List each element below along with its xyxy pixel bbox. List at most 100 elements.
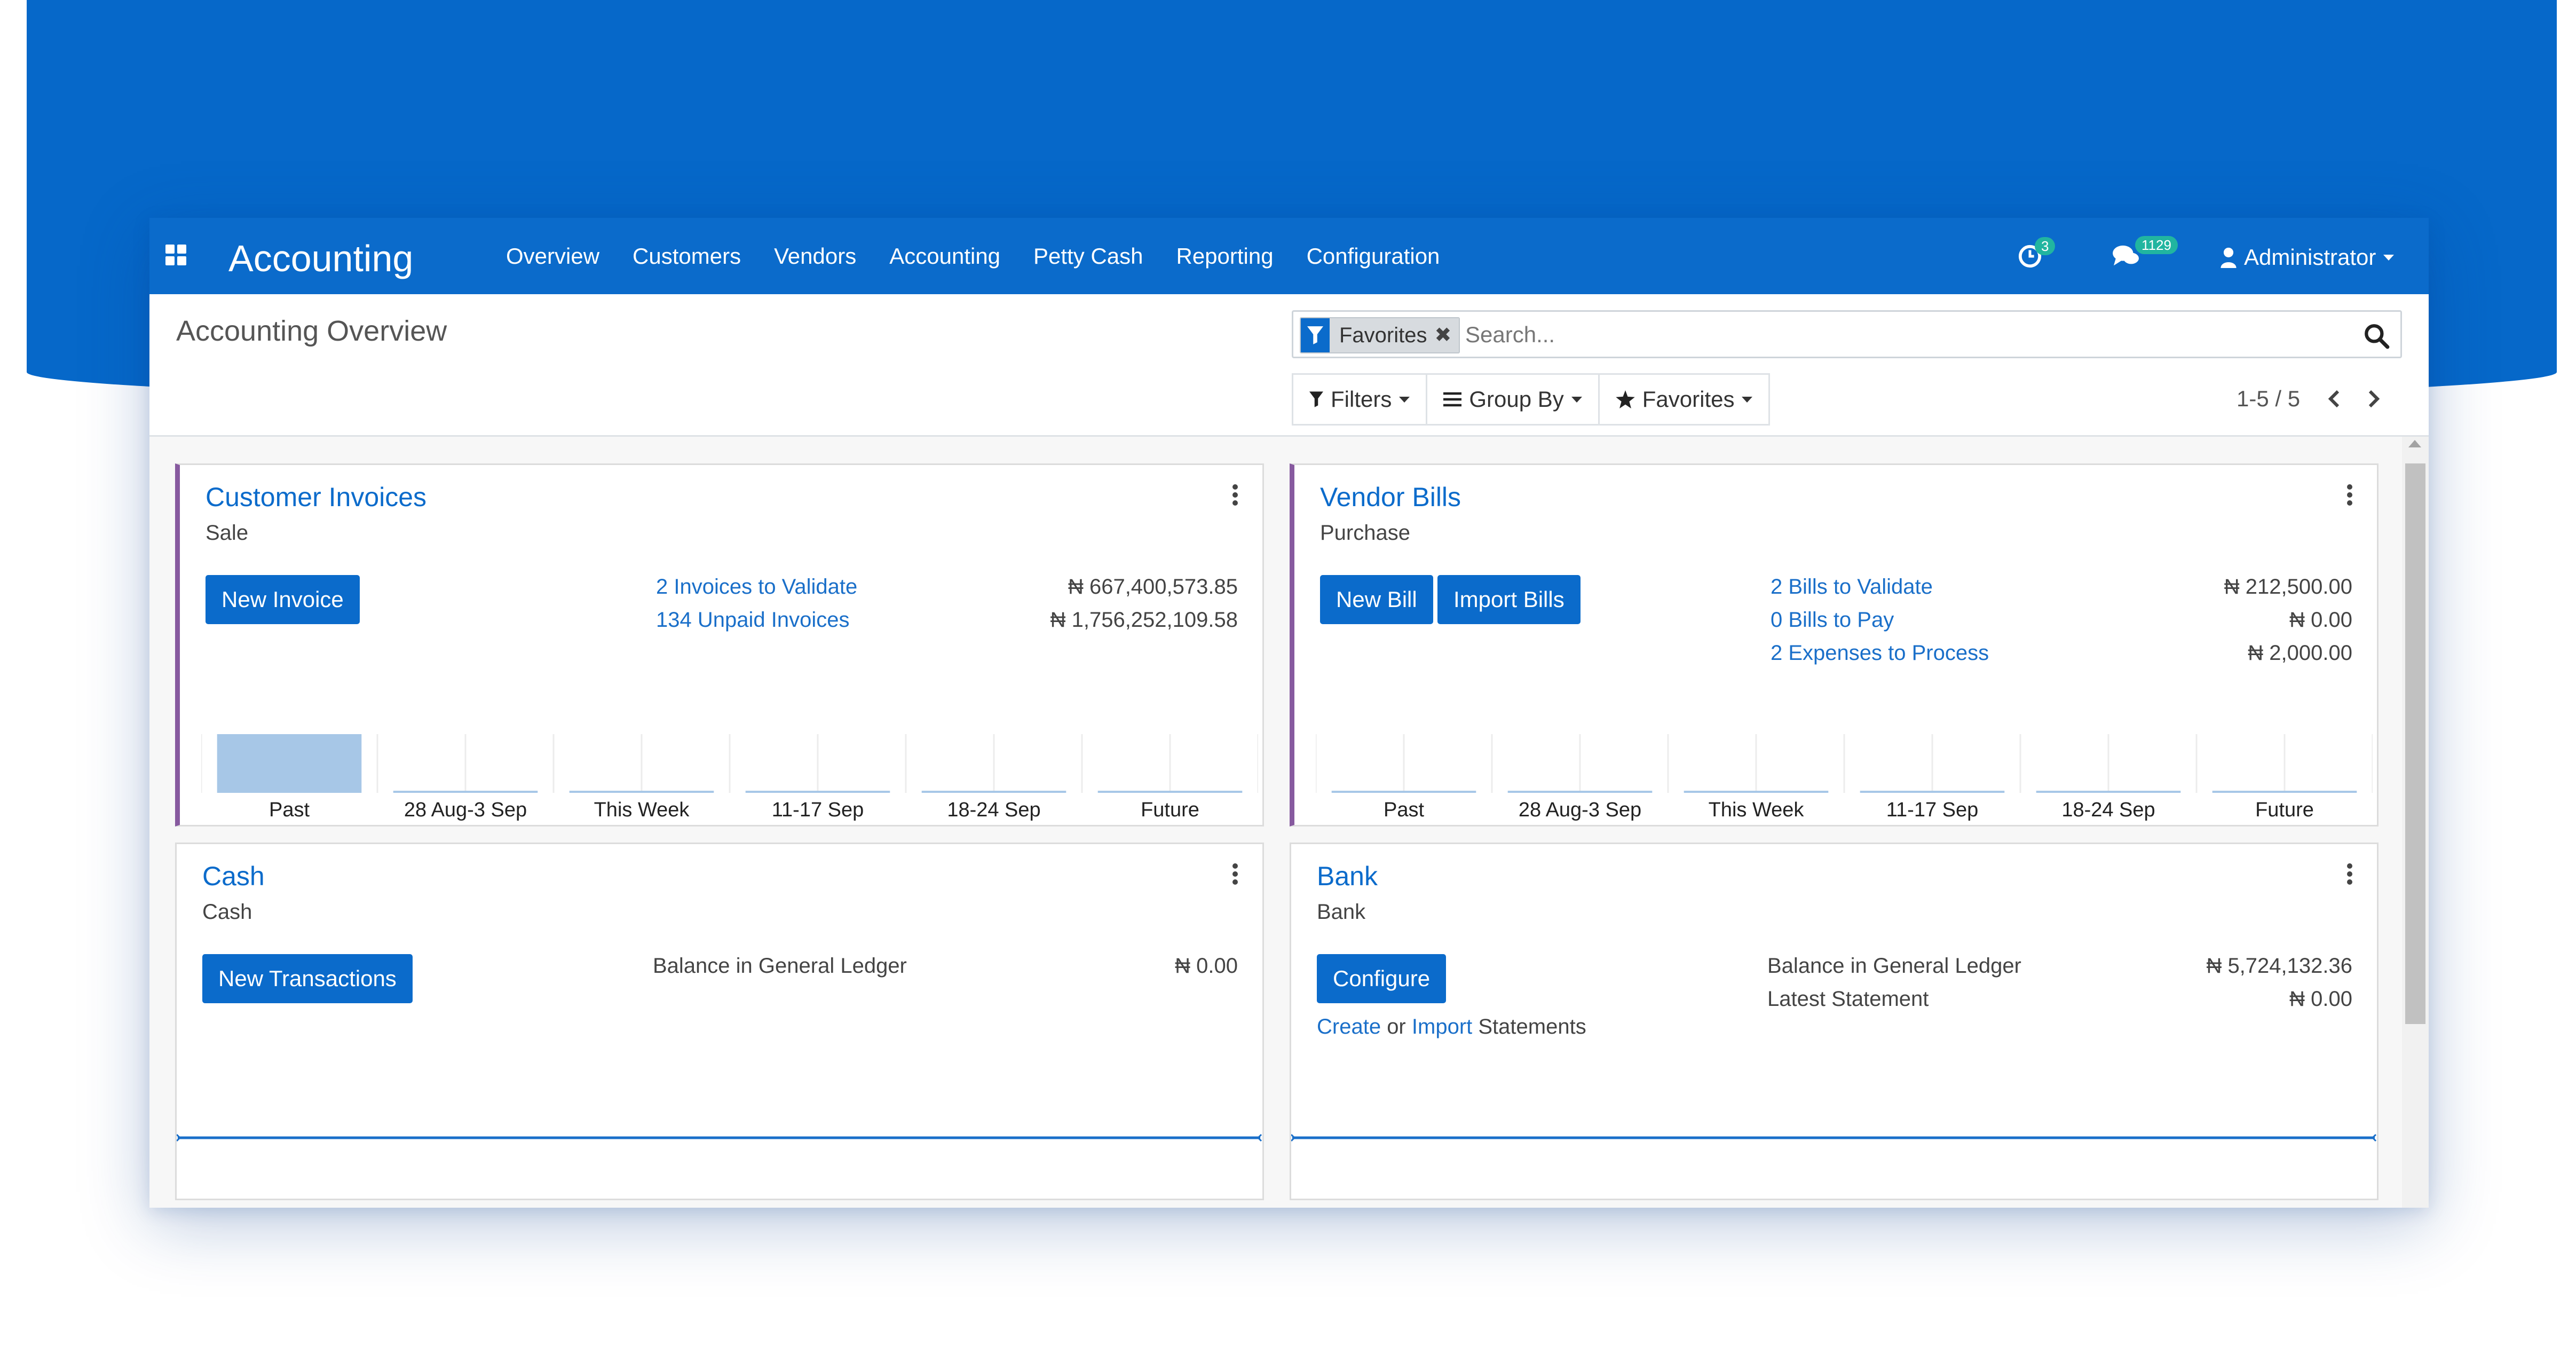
unpaid-invoices-link[interactable]: 134 Unpaid Invoices <box>656 604 849 636</box>
menu-vendors[interactable]: Vendors <box>774 242 856 270</box>
invoices-to-validate-link[interactable]: 2 Invoices to Validate <box>656 571 857 603</box>
groupby-button[interactable]: Group By <box>1426 373 1600 426</box>
filter-icon <box>1309 391 1323 407</box>
chart-tick-label: Past <box>1384 799 1424 821</box>
chart-bar[interactable] <box>569 791 714 793</box>
card-menu-icon[interactable] <box>2347 484 2352 506</box>
chevron-left-icon[interactable] <box>2327 389 2341 408</box>
import-bills-button[interactable]: Import Bills <box>1437 575 1581 624</box>
favorites-button[interactable]: Favorites <box>1598 373 1771 426</box>
latest-statement-amount: ₦ 0.00 <box>2289 987 2352 1011</box>
chart-bar[interactable] <box>1684 791 1829 793</box>
chart-tick-label: This Week <box>1709 799 1805 821</box>
journal-type: Purchase <box>1320 521 1410 545</box>
chart-bar[interactable] <box>217 734 362 793</box>
card-menu-icon[interactable] <box>2347 863 2352 885</box>
search-bar: Favorites ✖ <box>1292 310 2402 358</box>
balance-amount: ₦ 5,724,132.36 <box>2206 954 2352 978</box>
bills-to-validate-link[interactable]: 2 Bills to Validate <box>1771 571 1933 603</box>
new-transactions-button[interactable]: New Transactions <box>202 954 413 1003</box>
facet-label: Favorites <box>1339 324 1427 347</box>
journal-title[interactable]: Bank <box>1317 860 1378 892</box>
latest-statement-label: Latest Statement <box>1767 987 1929 1011</box>
statements-text: Statements <box>1478 1015 1586 1038</box>
balance-line-chart <box>1291 1133 2377 1142</box>
chart-tick-label: This Week <box>594 799 690 821</box>
menu-overview[interactable]: Overview <box>506 242 599 270</box>
amount-expenses: ₦ 2,000.00 <box>2248 641 2352 665</box>
card-menu-icon[interactable] <box>1232 863 1238 885</box>
chart-bar[interactable] <box>921 791 1066 793</box>
menu-customers[interactable]: Customers <box>633 242 741 270</box>
filters-button[interactable]: Filters <box>1292 373 1428 426</box>
messages-badge: 1129 <box>2135 236 2178 254</box>
expenses-to-process-link[interactable]: 2 Expenses to Process <box>1771 637 1989 669</box>
chart-tick-label: 28 Aug-3 Sep <box>404 799 527 821</box>
chevron-down-icon <box>1399 396 1410 403</box>
chart-bar[interactable] <box>393 791 538 793</box>
menu-reporting[interactable]: Reporting <box>1176 242 1273 270</box>
activity-badge: 3 <box>2035 237 2056 255</box>
journal-title[interactable]: Vendor Bills <box>1320 481 1461 513</box>
app-title[interactable]: Accounting <box>228 237 413 280</box>
invoice-chart: Past 28 Aug-3 Sep This Week 11-17 Sep 18-24 … <box>201 718 1258 825</box>
menu-configuration[interactable]: Configuration <box>1307 242 1440 270</box>
page-title: Accounting Overview <box>176 315 447 347</box>
remove-facet-icon[interactable]: ✖ <box>1435 319 1452 351</box>
journal-card-vendor-bills: Vendor Bills Purchase New Bill Import Bi… <box>1290 463 2379 826</box>
scrollbar[interactable] <box>2402 437 2429 1208</box>
chart-bar[interactable] <box>2212 791 2357 793</box>
journal-card-cash: Cash Cash New Transactions Balance in Ge… <box>175 843 1264 1200</box>
scroll-up-icon[interactable] <box>2408 440 2421 447</box>
filter-icon <box>1301 318 1330 352</box>
balance-line-chart <box>177 1133 1262 1142</box>
invoice-bar-chart: Past 28 Aug-3 Sep This Week 11-17 Sep 18-24 … <box>201 734 1258 821</box>
balance-label: Balance in General Ledger <box>653 954 907 978</box>
chart-tick-label: 11-17 Sep <box>1886 799 1979 821</box>
scrollbar-thumb[interactable] <box>2405 463 2425 1024</box>
amount-bills-to-pay: ₦ 0.00 <box>2289 608 2352 632</box>
chevron-right-icon[interactable] <box>2367 389 2381 408</box>
list-icon <box>1443 392 1462 407</box>
chart-bar[interactable] <box>1507 791 1653 793</box>
card-menu-icon[interactable] <box>1232 484 1238 506</box>
journal-title[interactable]: Cash <box>202 860 265 892</box>
search-options: Filters Group By Favorites <box>1292 373 1771 426</box>
configure-button[interactable]: Configure <box>1317 954 1447 1003</box>
user-menu[interactable]: Administrator <box>2221 243 2395 271</box>
top-menu: Overview Customers Vendors Accounting Pe… <box>506 242 1473 270</box>
search-icon[interactable] <box>2363 322 2390 349</box>
user-name: Administrator <box>2244 245 2376 270</box>
chart-bar[interactable] <box>2036 791 2181 793</box>
chart-tick-label: 18-24 Sep <box>947 799 1040 821</box>
apps-menu-icon[interactable] <box>165 245 187 266</box>
amount-unpaid: ₦ 1,756,252,109.58 <box>1050 608 1238 632</box>
new-bill-button[interactable]: New Bill <box>1320 575 1433 624</box>
journal-card-bank: Bank Bank Configure Create or Import Sta… <box>1290 843 2379 1200</box>
search-input[interactable] <box>1464 318 2320 351</box>
new-invoice-button[interactable]: New Invoice <box>206 575 360 624</box>
bills-to-pay-link[interactable]: 0 Bills to Pay <box>1771 604 1894 636</box>
chart-bar[interactable] <box>745 791 890 793</box>
pager-value[interactable]: 1-5 / 5 <box>2237 384 2300 414</box>
chart-tick-label: 11-17 Sep <box>772 799 864 821</box>
messages-button[interactable]: 1129 <box>2112 236 2178 272</box>
chart-bar[interactable] <box>1331 791 1476 793</box>
activity-button[interactable]: 3 <box>2018 237 2056 272</box>
journal-title[interactable]: Customer Invoices <box>206 481 426 513</box>
or-text: or <box>1387 1015 1406 1038</box>
chart-bar[interactable] <box>1860 791 2005 793</box>
pager: 1-5 / 5 <box>2237 384 2381 414</box>
chevron-down-icon <box>2383 254 2395 261</box>
journal-type: Sale <box>206 521 249 545</box>
chart-tick-label: Future <box>2255 799 2314 821</box>
bill-chart: Past 28 Aug-3 Sep This Week 11-17 Sep 18-24 … <box>1316 718 2373 825</box>
bill-bar-chart: Past 28 Aug-3 Sep This Week 11-17 Sep 18-24 … <box>1316 734 2373 821</box>
amount-to-validate: ₦ 667,400,573.85 <box>1068 575 1238 599</box>
create-statement-link[interactable]: Create <box>1317 1015 1381 1038</box>
menu-accounting[interactable]: Accounting <box>889 242 1000 270</box>
chart-bar[interactable] <box>1097 791 1243 793</box>
menu-petty-cash[interactable]: Petty Cash <box>1033 242 1143 270</box>
import-statement-link[interactable]: Import <box>1412 1015 1472 1038</box>
amount-bills-to-validate: ₦ 212,500.00 <box>2224 575 2352 599</box>
